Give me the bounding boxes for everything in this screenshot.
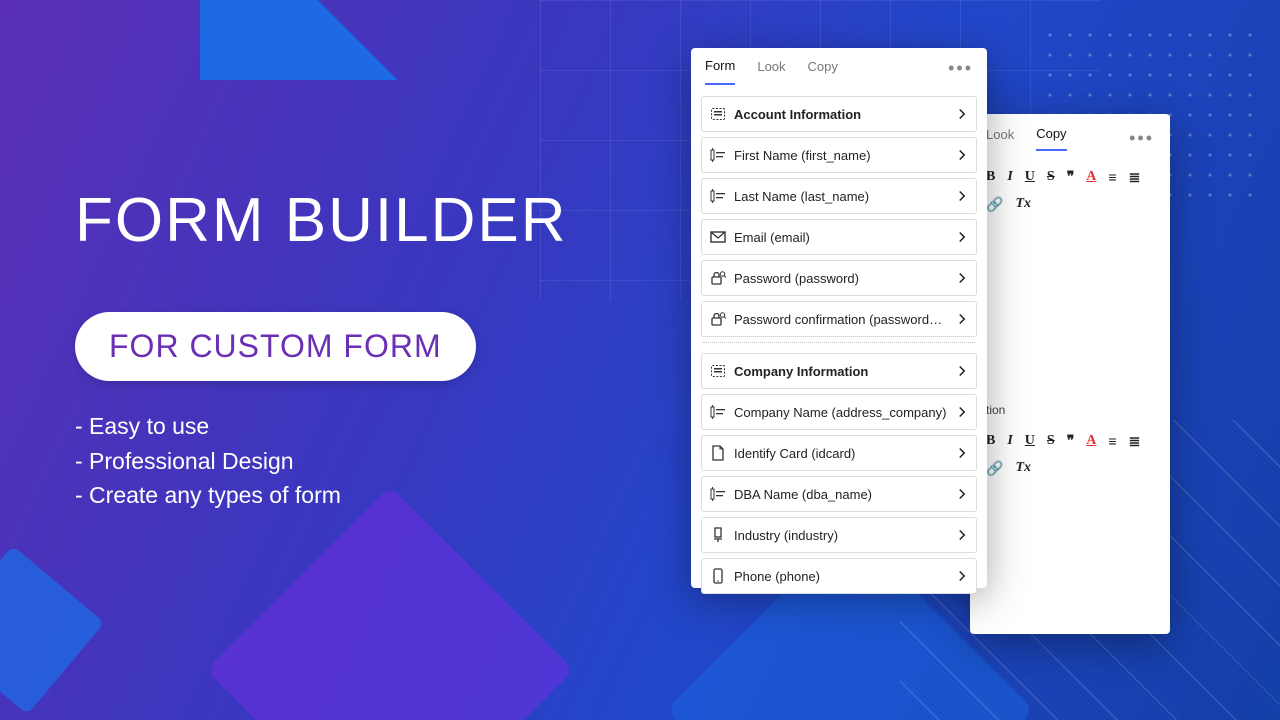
italic-button[interactable]: I — [1007, 169, 1012, 186]
drop-icon — [710, 527, 726, 543]
chevron-right-icon — [956, 108, 968, 120]
back-caption-fragment: tion — [986, 403, 1158, 417]
bullet-3: - Create any types of form — [75, 478, 567, 513]
more-menu[interactable]: ••• — [948, 58, 973, 85]
back-tabs: Look Copy ••• — [982, 124, 1158, 159]
chevron-right-icon — [956, 231, 968, 243]
outdent-button[interactable]: ≣ — [1129, 169, 1141, 186]
bullet-2: - Professional Design — [75, 444, 567, 479]
form-field[interactable]: Password confirmation (password_confirma… — [701, 301, 977, 337]
tab-look[interactable]: Look — [757, 59, 785, 84]
chevron-right-icon — [956, 406, 968, 418]
chevron-right-icon — [956, 488, 968, 500]
field-label: Password confirmation (password_confirma… — [734, 312, 948, 327]
mail-icon — [710, 229, 726, 245]
outdent-button-2[interactable]: ≣ — [1129, 433, 1141, 450]
tab-copy[interactable]: Copy — [808, 59, 838, 84]
tab-form[interactable]: Form — [705, 58, 735, 85]
form-field[interactable]: Identify Card (idcard) — [701, 435, 977, 471]
text-icon — [710, 147, 726, 163]
doc-icon — [710, 445, 726, 461]
lock-icon — [710, 311, 726, 327]
strike-button-2[interactable]: S — [1047, 433, 1055, 450]
quote-button-2[interactable]: ❞ — [1067, 433, 1075, 450]
text-color-button[interactable]: A — [1086, 169, 1096, 186]
chevron-right-icon — [956, 272, 968, 284]
clear-format-button[interactable]: Tx — [1015, 196, 1031, 213]
form-field[interactable]: Email (email) — [701, 219, 977, 255]
front-tabs: Form Look Copy ••• — [691, 48, 987, 85]
rich-text-toolbar-1: B I U S ❞ A ≡ ≣ 🔗 Tx — [982, 159, 1158, 223]
hero: FORM BUILDER FOR CUSTOM FORM - Easy to u… — [75, 185, 567, 513]
bullet-1: - Easy to use — [75, 409, 567, 444]
clear-format-button-2[interactable]: Tx — [1015, 460, 1031, 477]
rich-text-toolbar-2: B I U S ❞ A ≡ ≣ 🔗 Tx — [982, 423, 1158, 487]
phone-icon — [710, 568, 726, 584]
editor-panel-back: Look Copy ••• B I U S ❞ A ≡ ≣ 🔗 Tx tion … — [970, 114, 1170, 634]
field-label: Industry (industry) — [734, 528, 948, 543]
field-label: Password (password) — [734, 271, 948, 286]
form-field[interactable]: Password (password) — [701, 260, 977, 296]
hero-title: FORM BUILDER — [75, 185, 567, 256]
tab-look-back[interactable]: Look — [986, 127, 1014, 150]
bold-button-2[interactable]: B — [986, 433, 995, 450]
strike-button[interactable]: S — [1047, 169, 1055, 186]
text-icon — [710, 404, 726, 420]
bold-button[interactable]: B — [986, 169, 995, 186]
field-list: Account Information First Name (first_nam… — [691, 85, 987, 605]
chevron-right-icon — [956, 447, 968, 459]
indent-button-2[interactable]: ≡ — [1108, 433, 1116, 450]
lock-icon — [710, 270, 726, 286]
form-field[interactable]: Phone (phone) — [701, 558, 977, 594]
chevron-right-icon — [956, 149, 968, 161]
text-icon — [710, 188, 726, 204]
field-label: Email (email) — [734, 230, 948, 245]
form-field[interactable]: DBA Name (dba_name) — [701, 476, 977, 512]
indent-button[interactable]: ≡ — [1108, 169, 1116, 186]
field-label: Account Information — [734, 107, 948, 122]
field-label: Identify Card (idcard) — [734, 446, 948, 461]
chevron-right-icon — [956, 570, 968, 582]
form-field[interactable]: Company Name (address_company) — [701, 394, 977, 430]
section-icon — [710, 363, 726, 379]
field-label: First Name (first_name) — [734, 148, 948, 163]
form-field[interactable]: Last Name (last_name) — [701, 178, 977, 214]
quote-button[interactable]: ❞ — [1067, 169, 1075, 186]
chevron-right-icon — [956, 190, 968, 202]
field-label: Company Information — [734, 364, 948, 379]
link-button-2[interactable]: 🔗 — [986, 460, 1003, 477]
section-icon — [710, 106, 726, 122]
field-label: Last Name (last_name) — [734, 189, 948, 204]
chevron-right-icon — [956, 313, 968, 325]
underline-button-2[interactable]: U — [1025, 433, 1035, 450]
field-label: Phone (phone) — [734, 569, 948, 584]
hero-subtitle-pill: FOR CUSTOM FORM — [75, 312, 476, 381]
promo-stage: FORM BUILDER FOR CUSTOM FORM - Easy to u… — [0, 0, 1280, 720]
chevron-right-icon — [956, 529, 968, 541]
chevron-right-icon — [956, 365, 968, 377]
decor-square-1 — [0, 545, 105, 714]
form-field[interactable]: Industry (industry) — [701, 517, 977, 553]
hero-bullets: - Easy to use - Professional Design - Cr… — [75, 409, 567, 513]
field-label: Company Name (address_company) — [734, 405, 948, 420]
form-builder-panel: Form Look Copy ••• Account Information Fi… — [691, 48, 987, 588]
text-color-button-2[interactable]: A — [1086, 433, 1096, 450]
section-header[interactable]: Company Information — [701, 353, 977, 389]
italic-button-2[interactable]: I — [1007, 433, 1012, 450]
section-header[interactable]: Account Information — [701, 96, 977, 132]
more-menu-back[interactable]: ••• — [1129, 128, 1154, 149]
underline-button[interactable]: U — [1025, 169, 1035, 186]
link-button[interactable]: 🔗 — [986, 196, 1003, 213]
field-label: DBA Name (dba_name) — [734, 487, 948, 502]
tab-copy-back[interactable]: Copy — [1036, 126, 1066, 151]
text-icon — [710, 486, 726, 502]
form-field[interactable]: First Name (first_name) — [701, 137, 977, 173]
decor-square-2 — [206, 486, 574, 720]
